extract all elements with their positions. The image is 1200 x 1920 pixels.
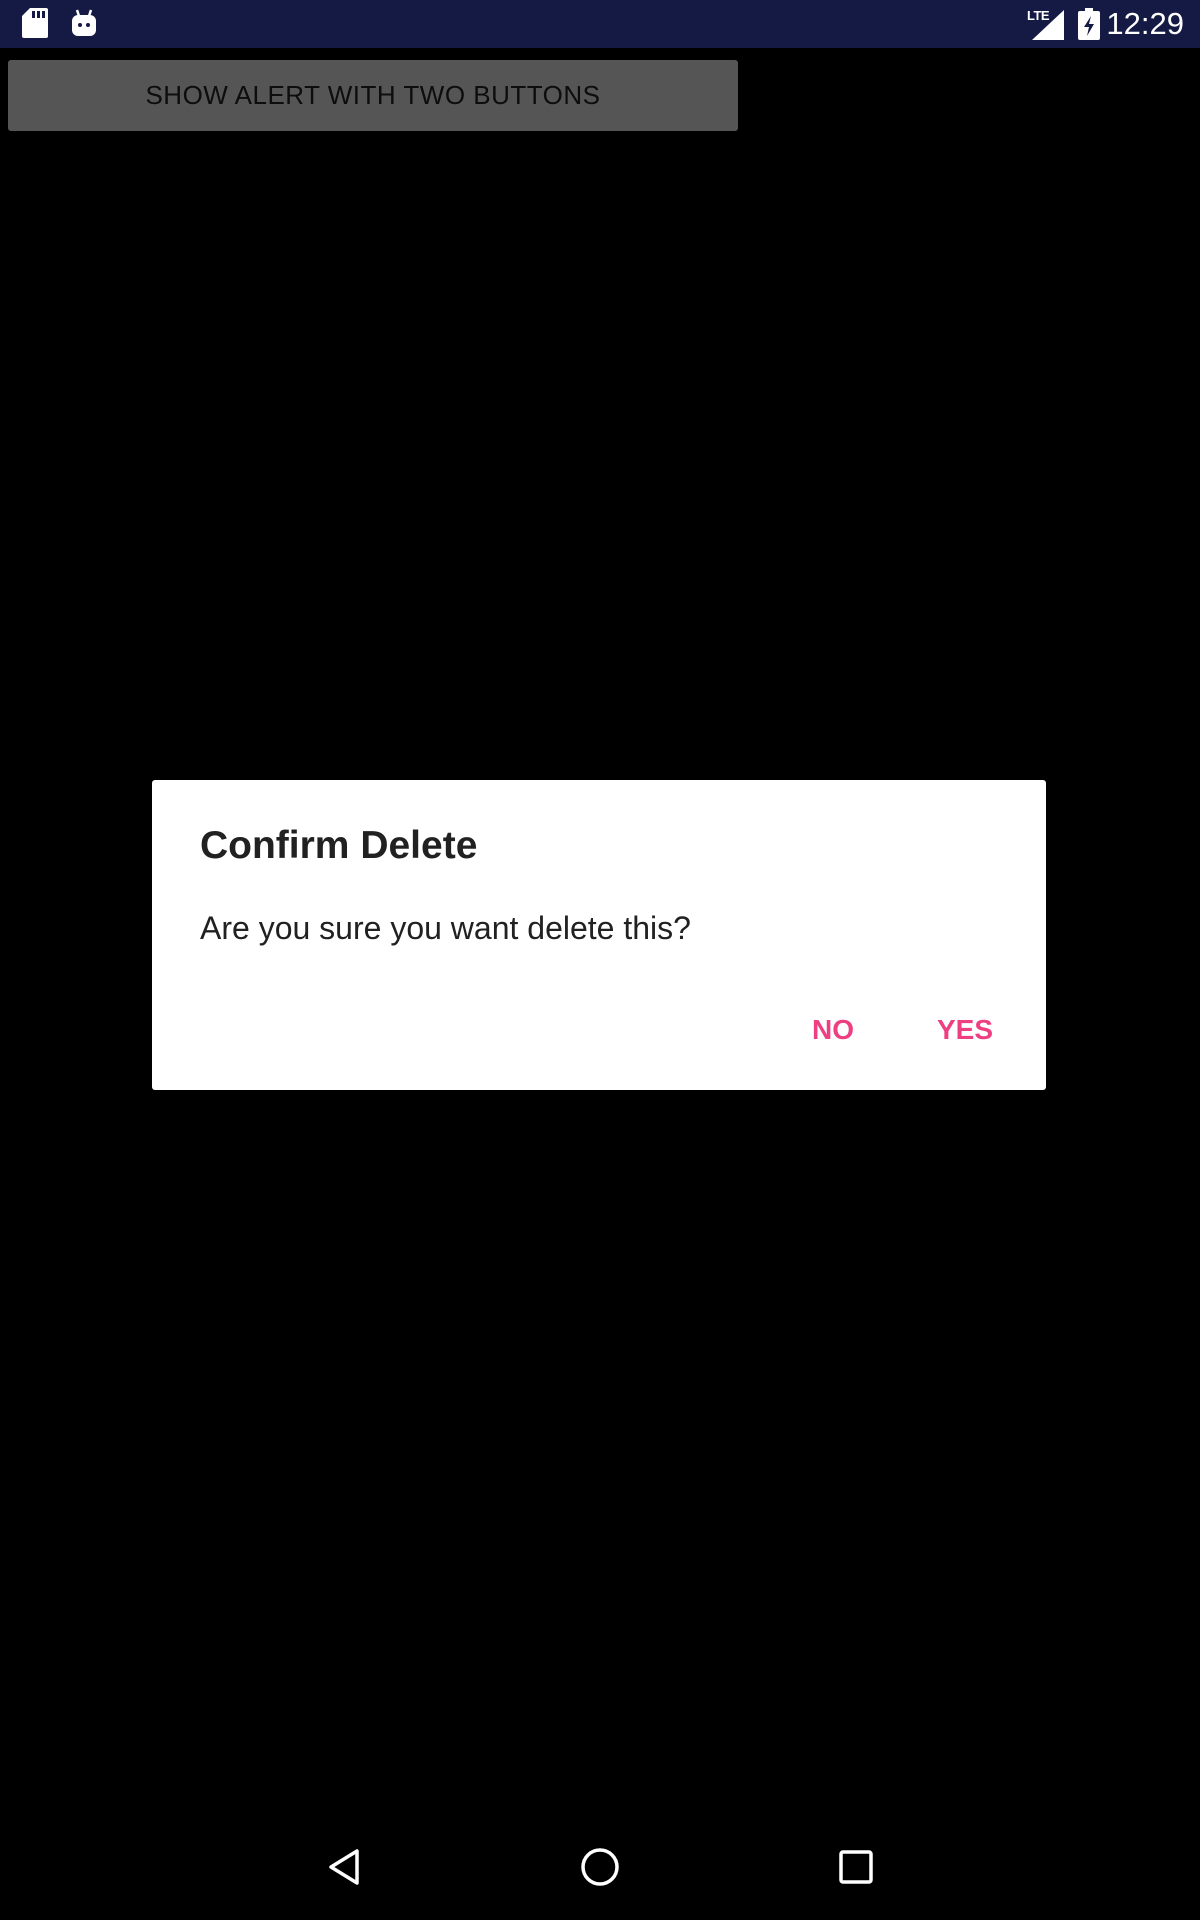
screen: LTE 12:29 SHOW ALERT WITH TWO BUTTONS Co… — [0, 0, 1200, 1920]
android-icon — [70, 8, 98, 43]
recents-button[interactable] — [821, 1834, 891, 1904]
show-alert-button[interactable]: SHOW ALERT WITH TWO BUTTONS — [8, 60, 738, 131]
home-button[interactable] — [565, 1834, 635, 1904]
back-button[interactable] — [310, 1834, 380, 1904]
recents-icon — [837, 1848, 875, 1891]
dialog-message: Are you sure you want delete this? — [200, 910, 691, 946]
signal-icon — [1032, 10, 1064, 45]
status-bar: LTE 12:29 — [0, 0, 1200, 48]
status-time: 12:29 — [1106, 6, 1184, 41]
yes-button[interactable]: YES — [929, 1008, 1001, 1052]
confirm-delete-dialog: Confirm Delete Are you sure you want del… — [152, 780, 1046, 1090]
dialog-title: Confirm Delete — [200, 824, 478, 867]
navigation-bar — [0, 1824, 1200, 1920]
home-icon — [579, 1846, 621, 1893]
sd-card-icon — [22, 8, 48, 43]
battery-charging-icon — [1078, 8, 1100, 45]
no-button[interactable]: NO — [804, 1008, 862, 1052]
back-icon — [325, 1847, 365, 1892]
